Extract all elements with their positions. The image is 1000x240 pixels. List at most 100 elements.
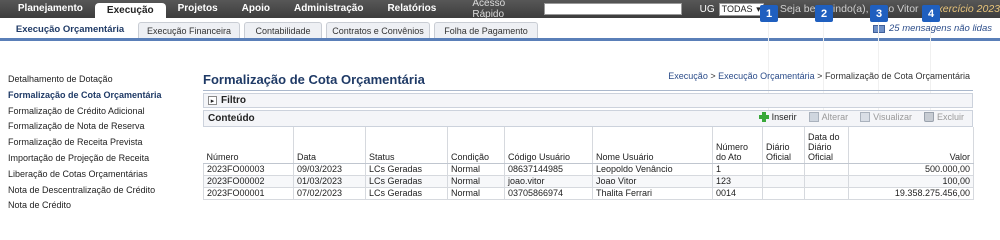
- breadcrumb-execucao[interactable]: Execução: [668, 71, 708, 81]
- tab-contratos-convenios[interactable]: Contratos e Convênios: [326, 22, 430, 38]
- column-header[interactable]: Número: [203, 127, 294, 164]
- marker-4: 4: [922, 5, 940, 22]
- marker-1: 1: [760, 5, 778, 22]
- tab-execucao-financeira[interactable]: Execução Financeira: [138, 22, 240, 38]
- column-header[interactable]: Status: [365, 127, 448, 164]
- menu-apoio[interactable]: Apoio: [230, 0, 282, 18]
- edit-icon: [808, 112, 819, 122]
- table-cell: 100,00: [848, 174, 974, 188]
- table-cell: 2023FO00001: [203, 186, 294, 200]
- sidebar-item-projecao-receita[interactable]: Importação de Projeção de Receita: [0, 151, 196, 167]
- menu-relatorios[interactable]: Relatórios: [375, 0, 448, 18]
- delete-button[interactable]: Excluir: [923, 112, 964, 122]
- sidebar-item-descentralizacao-credito[interactable]: Nota de Descentralização de Crédito: [0, 183, 196, 199]
- table-cell: Normal: [447, 174, 505, 188]
- mail-icon: [873, 24, 885, 33]
- table-cell: Joao Vitor: [592, 174, 713, 188]
- title-divider: [203, 90, 973, 91]
- table-cell: [804, 162, 849, 176]
- table-row[interactable]: 2023FO00002 01/03/2023 LCs Geradas Norma…: [203, 174, 974, 188]
- column-header[interactable]: Condição: [447, 127, 505, 164]
- breadcrumb-execucao-orcamentaria[interactable]: Execução Orçamentária: [718, 71, 815, 81]
- table-cell: [762, 174, 805, 188]
- insert-label: Inserir: [771, 112, 797, 122]
- table-cell: 2023FO00002: [203, 174, 294, 188]
- table-cell: 07/02/2023: [293, 186, 366, 200]
- messages-text: 25 mensagens não lidas: [889, 23, 992, 34]
- table-cell: joao.vitor: [504, 174, 593, 188]
- sub-tabs-bar: Execução Orçamentária Execução Financeir…: [0, 18, 1000, 41]
- quick-access-input[interactable]: [544, 3, 682, 15]
- table-cell: 0014: [712, 186, 763, 200]
- column-header[interactable]: Data do Diário Oficial: [804, 127, 849, 164]
- top-menu-bar: Planejamento Execução Projetos Apoio Adm…: [0, 0, 1000, 20]
- menu-projetos[interactable]: Projetos: [166, 0, 230, 18]
- trash-icon: [923, 112, 934, 122]
- insert-button[interactable]: Inserir: [758, 112, 797, 122]
- ug-select-value: TODAS: [721, 4, 753, 14]
- view-button[interactable]: Visualizar: [860, 112, 912, 122]
- breadcrumb-separator: >: [817, 71, 825, 81]
- records-table: Número Data Status Condição Código Usuár…: [203, 127, 974, 200]
- table-cell: 123: [712, 174, 763, 188]
- table-cell: LCs Geradas: [365, 186, 448, 200]
- sidebar-item-nota-credito[interactable]: Nota de Crédito: [0, 198, 196, 214]
- sidebar-item-detalhamento-dotacao[interactable]: Detalhamento de Dotação: [0, 72, 196, 88]
- tab-contabilidade[interactable]: Contabilidade: [244, 22, 322, 38]
- table-cell: 1: [712, 162, 763, 176]
- marker-2: 2: [815, 5, 833, 22]
- sidebar-item-nota-reserva[interactable]: Formalização de Nota de Reserva: [0, 119, 196, 135]
- table-cell: 01/03/2023: [293, 174, 366, 188]
- column-header[interactable]: Número do Ato: [712, 127, 763, 164]
- tab-folha-pagamento[interactable]: Folha de Pagamento: [434, 22, 538, 38]
- table-cell: LCs Geradas: [365, 174, 448, 188]
- welcome-text: Seja bem-vindo(a), Joao Vitor: [779, 3, 919, 15]
- column-header[interactable]: Data: [293, 127, 366, 164]
- sidebar-item-liberacao-cotas[interactable]: Liberação de Cotas Orçamentárias: [0, 167, 196, 183]
- table-cell: 2023FO00003: [203, 162, 294, 176]
- column-header[interactable]: Código Usuário: [504, 127, 593, 164]
- table-cell: 08637144985: [504, 162, 593, 176]
- tab-execucao-orcamentaria[interactable]: Execução Orçamentária: [6, 20, 134, 38]
- edit-label: Alterar: [821, 112, 849, 122]
- column-header[interactable]: Valor: [848, 127, 974, 164]
- content-header: Conteúdo Inserir Alterar Visualizar Excl…: [203, 110, 973, 127]
- breadcrumb-current: Formalização de Cota Orçamentária: [824, 71, 970, 81]
- breadcrumb-separator: >: [710, 71, 719, 81]
- sidebar-item-receita-prevista[interactable]: Formalização de Receita Prevista: [0, 135, 196, 151]
- table-cell: Thalita Ferrari: [592, 186, 713, 200]
- menu-administracao[interactable]: Administração: [282, 0, 375, 18]
- table-cell: [762, 186, 805, 200]
- edit-button[interactable]: Alterar: [808, 112, 849, 122]
- table-row[interactable]: 2023FO00001 07/02/2023 LCs Geradas Norma…: [203, 186, 974, 200]
- sidebar-item-cota-orcamentaria[interactable]: Formalização de Cota Orçamentária: [0, 88, 196, 104]
- table-cell: 03705866974: [504, 186, 593, 200]
- sidebar: Detalhamento de Dotação Formalização de …: [0, 72, 196, 214]
- page-title: Formalização de Cota Orçamentária: [203, 72, 425, 87]
- breadcrumb: Execução > Execução Orçamentária > Forma…: [668, 71, 970, 81]
- filter-toggle[interactable]: ▸ Filtro: [203, 93, 973, 108]
- table-cell: 09/03/2023: [293, 162, 366, 176]
- messages-link[interactable]: 25 mensagens não lidas: [873, 23, 992, 34]
- column-header[interactable]: Diário Oficial: [762, 127, 805, 164]
- column-header[interactable]: Nome Usuário: [592, 127, 713, 164]
- table-cell: Normal: [447, 186, 505, 200]
- expand-icon: ▸: [208, 96, 217, 105]
- marker-3: 3: [870, 5, 888, 22]
- sidebar-item-credito-adicional[interactable]: Formalização de Crédito Adicional: [0, 104, 196, 120]
- table-cell: 500.000,00: [848, 162, 974, 176]
- table-row[interactable]: 2023FO00003 09/03/2023 LCs Geradas Norma…: [203, 162, 974, 176]
- table-cell: Leopoldo Venâncio: [592, 162, 713, 176]
- table-cell: 19.358.275.456,00: [848, 186, 974, 200]
- quick-access-label: Acesso Rápido: [472, 0, 506, 20]
- menu-planejamento[interactable]: Planejamento: [6, 0, 95, 18]
- ug-select[interactable]: TODAS ▾: [718, 2, 764, 16]
- table-cell: [804, 174, 849, 188]
- ug-label: UG: [699, 3, 715, 15]
- exercise-link[interactable]: Exercício 2023: [931, 3, 1000, 15]
- content-label: Conteúdo: [208, 113, 255, 124]
- menu-execucao[interactable]: Execução: [94, 3, 166, 18]
- table-cell: [762, 162, 805, 176]
- table-header-row: Número Data Status Condição Código Usuár…: [203, 127, 974, 164]
- view-label: Visualizar: [873, 112, 912, 122]
